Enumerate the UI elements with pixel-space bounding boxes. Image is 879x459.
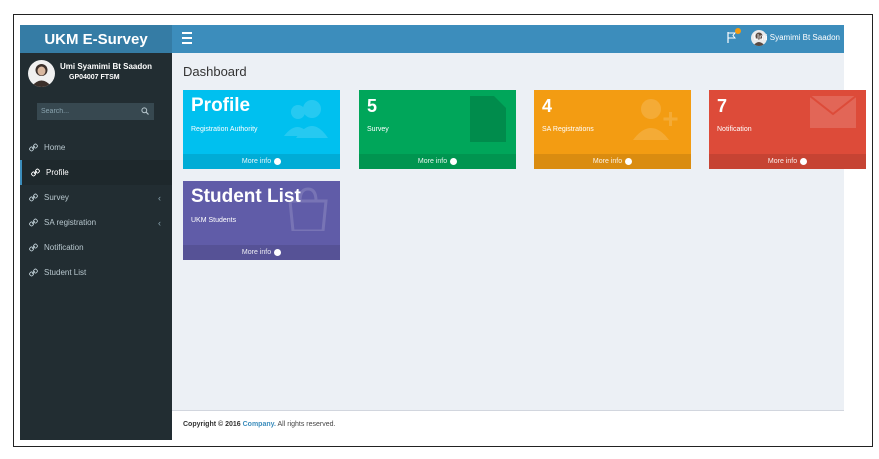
page-title: Dashboard (183, 64, 247, 79)
info-box-registration-authority: Profile Registration Authority More info (183, 90, 340, 169)
sidebar-item-student-list[interactable]: Student List (20, 260, 172, 285)
top-navbar: Umi Syamimi Bt Saadon (172, 25, 844, 53)
box-label: SA Registrations (542, 126, 594, 133)
more-info-label: More info (241, 158, 272, 165)
link-icon (31, 168, 40, 177)
box-heading: Student List (191, 186, 301, 207)
menu-toggle-icon[interactable] (182, 32, 192, 44)
app-logo[interactable]: UKM E-Survey (20, 25, 172, 53)
more-info-link[interactable]: More info (183, 154, 340, 169)
sidebar-item-profile[interactable]: Profile (20, 160, 174, 185)
sidebar: Umi Syamimi Bt Saadon GP04007 FTSM Home P… (20, 53, 174, 440)
more-info-link[interactable]: More info (359, 154, 516, 169)
more-info-label: More info (241, 249, 272, 256)
arrow-circle-right-icon (625, 158, 633, 165)
sidebar-item-label: Notification (44, 243, 84, 252)
sidebar-item-label: Profile (46, 168, 69, 177)
user-avatar (28, 60, 55, 87)
header-user-name[interactable]: Umi Syamimi Bt Saadon (753, 33, 840, 42)
chevron-left-icon: ‹ (158, 192, 161, 203)
page-footer: Copyright © 2016 Company. All rights res… (172, 410, 844, 441)
more-info-label: More info (592, 158, 623, 165)
sidebar-item-notification[interactable]: Notification (20, 235, 172, 260)
link-icon (29, 193, 38, 202)
sidebar-item-home[interactable]: Home (20, 135, 172, 160)
user-plus-icon (631, 96, 681, 145)
link-icon (29, 243, 38, 252)
sidebar-search (37, 103, 154, 120)
more-info-link[interactable]: More info (183, 245, 340, 260)
info-box-ukm-students: Student List UKM Students More info (183, 181, 340, 260)
box-label: Survey (367, 126, 389, 133)
info-box-survey: 5 Survey More info (359, 90, 516, 169)
user-panel: Umi Syamimi Bt Saadon GP04007 FTSM (20, 53, 172, 98)
arrow-circle-right-icon (274, 158, 282, 165)
flag-icon[interactable] (727, 32, 736, 43)
notification-badge (735, 28, 741, 34)
sidebar-item-label: Student List (44, 268, 87, 277)
more-info-link[interactable]: More info (534, 154, 691, 169)
sidebar-user-name: Umi Syamimi Bt Saadon (60, 62, 153, 71)
info-box-sa-registrations: 4 SA Registrations More info (534, 90, 691, 169)
search-input[interactable] (37, 108, 145, 115)
envelope-icon (809, 95, 857, 133)
arrow-circle-right-icon (450, 158, 458, 165)
more-info-link[interactable]: More info (709, 154, 866, 169)
copyright-text: Copyright © 2016 Company. All rights res… (183, 421, 335, 428)
company-link[interactable]: Company. (243, 421, 276, 428)
users-icon (282, 96, 330, 143)
copyright-prefix: Copyright © 2016 (183, 421, 243, 428)
link-icon (29, 268, 38, 277)
sidebar-item-label: SA registration (44, 218, 97, 227)
link-icon (29, 218, 38, 227)
more-info-label: More info (417, 158, 448, 165)
arrow-circle-right-icon (800, 158, 808, 165)
sidebar-item-label: Home (44, 143, 66, 152)
arrow-circle-right-icon (274, 249, 282, 256)
copyright-suffix: All rights reserved. (275, 421, 336, 428)
file-icon (470, 96, 506, 147)
box-heading: 4 (542, 96, 553, 116)
sidebar-item-survey[interactable]: Survey ‹ (20, 185, 172, 210)
box-heading: 5 (367, 96, 378, 116)
link-icon (29, 143, 38, 152)
search-icon[interactable] (141, 107, 149, 115)
box-label: Notification (717, 126, 752, 133)
box-heading: 7 (717, 96, 728, 116)
box-label: Registration Authority (191, 126, 258, 133)
sidebar-user-id: GP04007 FTSM (69, 74, 120, 81)
chevron-left-icon: ‹ (158, 217, 161, 228)
logo-text: UKM E-Survey (44, 30, 148, 48)
info-box-notification: 7 Notification More info (709, 90, 866, 169)
main-content: Dashboard Profile Registration Authority M… (172, 53, 866, 410)
sidebar-item-sa-registration[interactable]: SA registration ‹ (20, 210, 172, 235)
sidebar-item-label: Survey (44, 193, 69, 202)
more-info-label: More info (767, 158, 798, 165)
box-heading: Profile (191, 95, 251, 116)
box-label: UKM Students (191, 217, 237, 224)
